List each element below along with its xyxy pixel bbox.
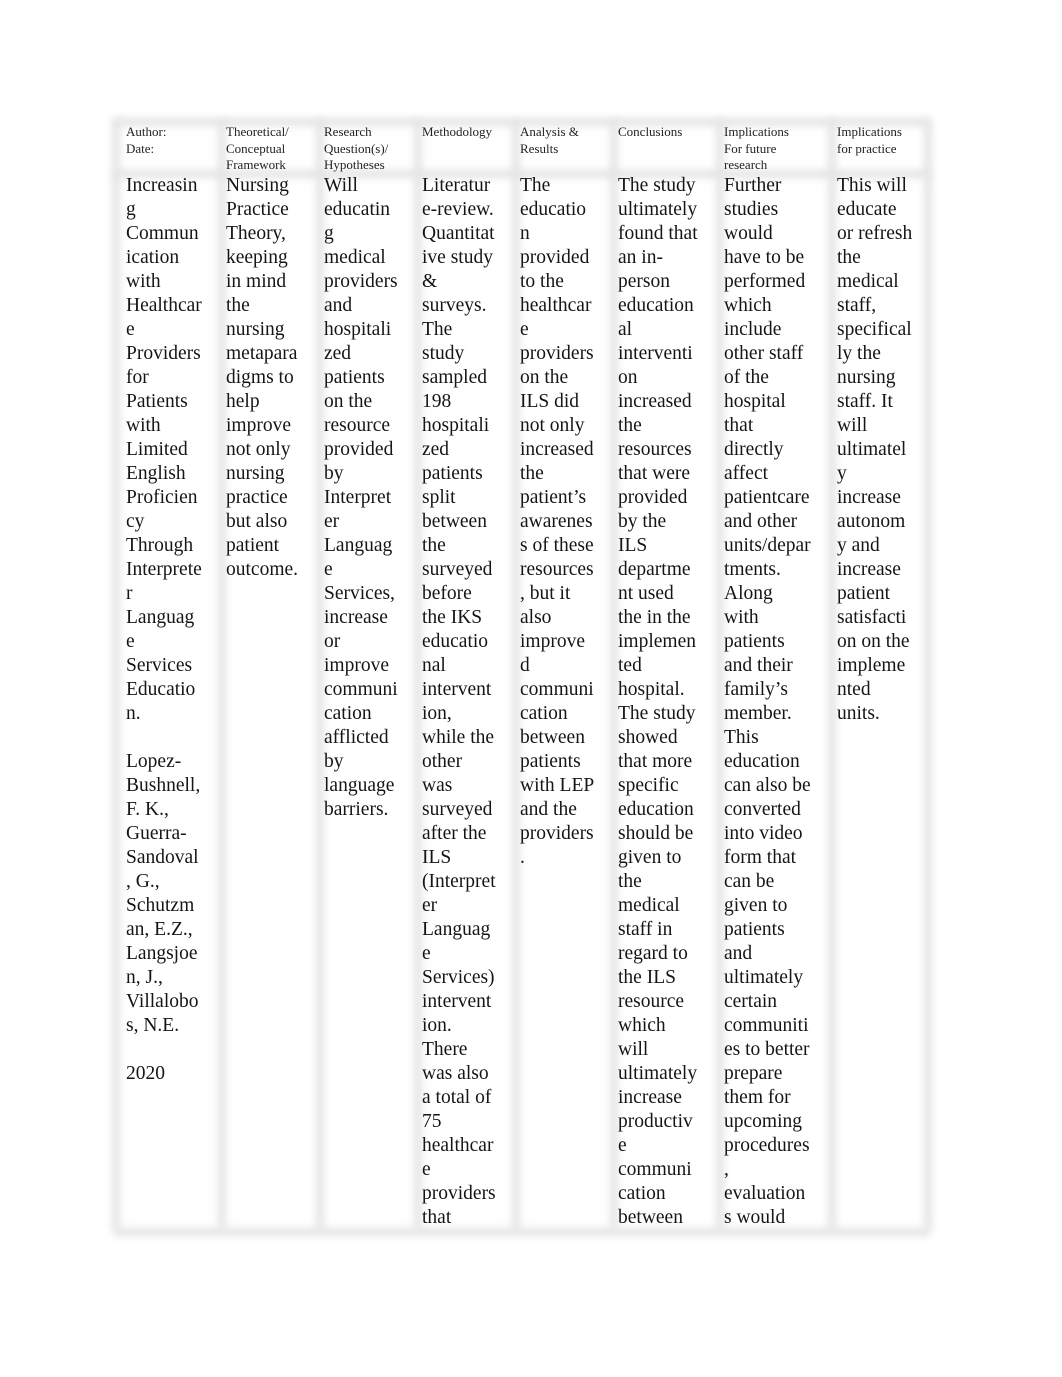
table-border-left: [112, 120, 120, 1230]
header-implications-future-research: Implications For future research: [724, 124, 789, 172]
table-border-bottom: [114, 1228, 930, 1236]
cell-research-questions: Will educatin g medical providers and ho…: [324, 175, 398, 820]
header-analysis-results: Analysis & Results: [520, 124, 579, 156]
cell-implications-future-research: Further studies would have to be perform…: [724, 175, 811, 1228]
cell-methodology: Literatur e-review. Quantitat ive study …: [422, 175, 496, 1228]
document-page: Author: Date: Theoretical/ Conceptual Fr…: [0, 0, 1062, 1377]
literature-review-table: Author: Date: Theoretical/ Conceptual Fr…: [112, 118, 932, 1236]
header-methodology: Methodology: [422, 124, 493, 139]
cell-author-date: Increasin g Commun ication with Healthca…: [126, 175, 202, 1084]
header-author-date: Author: Date:: [126, 124, 167, 156]
cell-implications-practice: This will educate or refresh the medical…: [837, 175, 913, 724]
header-research-questions: Research Question(s)/ Hypotheses: [324, 124, 389, 172]
cell-conclusions: The study ultimately found that an in- p…: [618, 175, 698, 1228]
header-conclusions: Conclusions: [618, 124, 683, 139]
cell-analysis-results: The educatio n provided to the healthcar…: [520, 175, 595, 868]
header-implications-practice: Implications for practice: [837, 124, 902, 156]
cell-theoretical-framework: Nursing Practice Theory, keeping in mind…: [226, 175, 299, 580]
header-theoretical-framework: Theoretical/ Conceptual Framework: [226, 124, 289, 172]
